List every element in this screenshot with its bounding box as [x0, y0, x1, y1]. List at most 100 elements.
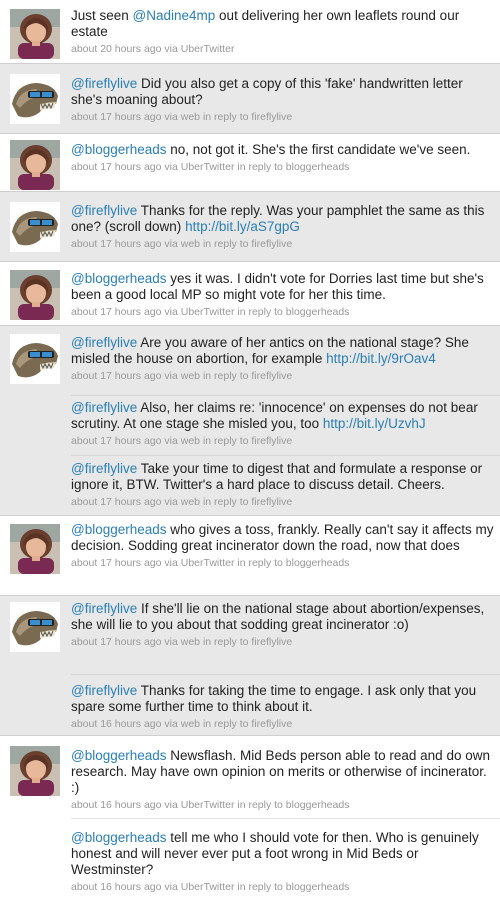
in-reply-to-link[interactable]: in reply to bloggerheads	[234, 799, 349, 811]
tweet-meta: about 16 hours ago via web in reply to f…	[71, 718, 496, 731]
divider	[0, 63, 500, 64]
avatar[interactable]	[10, 524, 60, 574]
skull-sunglasses-icon	[10, 74, 60, 124]
tweet-meta: about 16 hours ago via UberTwitter in re…	[71, 799, 496, 812]
in-reply-to-link[interactable]: in reply to bloggerheads	[234, 161, 349, 173]
in-reply-to-link[interactable]: in reply to bloggerheads	[234, 881, 349, 893]
divider	[0, 515, 500, 516]
divider	[71, 818, 500, 819]
url-link[interactable]: http://bit.ly/9rOav4	[326, 351, 436, 366]
mention-link[interactable]: @fireflylive	[71, 335, 137, 350]
skull-sunglasses-icon	[10, 334, 60, 384]
mention-link[interactable]: @fireflylive	[71, 461, 137, 476]
tweet-body: Just seen	[71, 8, 133, 23]
timestamp-link[interactable]: about 17 hours ago	[71, 111, 162, 123]
timestamp-link[interactable]: about 16 hours ago	[71, 799, 162, 811]
timestamp-link[interactable]: about 17 hours ago	[71, 161, 162, 173]
client-source: via UberTwitter	[161, 799, 235, 811]
timestamp-link[interactable]: about 17 hours ago	[71, 306, 162, 318]
client-source: via UberTwitter	[161, 881, 235, 893]
woman-portrait-icon	[10, 524, 60, 574]
timestamp-link[interactable]: about 20 hours ago	[71, 43, 162, 55]
avatar[interactable]	[10, 746, 60, 796]
mention-link[interactable]: @bloggerheads	[71, 830, 167, 845]
avatar[interactable]	[10, 202, 60, 252]
avatar[interactable]	[10, 270, 60, 320]
divider	[0, 191, 500, 192]
client-source: via web	[161, 718, 201, 730]
avatar[interactable]	[10, 140, 60, 190]
in-reply-to-link[interactable]: in reply to fireflylive	[200, 718, 292, 730]
timestamp-link[interactable]: about 17 hours ago	[71, 370, 162, 382]
client-source: via UberTwitter	[161, 43, 235, 55]
client-source: via web	[161, 238, 201, 250]
tweet-text: @bloggerheads tell me who I should vote …	[71, 830, 496, 878]
mention-link[interactable]: @Nadine4mp	[133, 8, 216, 23]
tweet-meta: about 17 hours ago via web in reply to f…	[71, 370, 496, 383]
divider	[0, 133, 500, 134]
timestamp-link[interactable]: about 17 hours ago	[71, 636, 162, 648]
tweet-text: @bloggerheads yes it was. I didn't vote …	[71, 271, 496, 303]
mention-link[interactable]: @bloggerheads	[71, 271, 167, 286]
tweet-feed: Just seen @Nadine4mp out delivering her …	[0, 0, 500, 900]
tweet-meta: about 17 hours ago via web in reply to f…	[71, 636, 496, 649]
tweet-text: @fireflylive Take your time to digest th…	[71, 461, 496, 493]
divider	[71, 395, 500, 396]
in-reply-to-link[interactable]: in reply to fireflylive	[200, 496, 292, 508]
mention-link[interactable]: @bloggerheads	[71, 748, 167, 763]
tweet-text: @bloggerheads Newsflash. Mid Beds person…	[71, 748, 496, 796]
tweet: @bloggerheads tell me who I should vote …	[71, 830, 496, 894]
timestamp-link[interactable]: about 17 hours ago	[71, 238, 162, 250]
woman-portrait-icon	[10, 9, 60, 59]
avatar[interactable]	[10, 602, 60, 652]
url-link[interactable]: http://bit.ly/UzvhJ	[323, 416, 426, 431]
timestamp-link[interactable]: about 17 hours ago	[71, 557, 162, 569]
in-reply-to-link[interactable]: in reply to bloggerheads	[234, 557, 349, 569]
timestamp-link[interactable]: about 16 hours ago	[71, 718, 162, 730]
client-source: via web	[161, 636, 201, 648]
tweet: @fireflylive Also, her claims re: 'innoc…	[71, 400, 496, 448]
tweet: Just seen @Nadine4mp out delivering her …	[71, 8, 496, 56]
tweet: @fireflylive Take your time to digest th…	[71, 461, 496, 509]
skull-sunglasses-icon	[10, 602, 60, 652]
in-reply-to-link[interactable]: in reply to fireflylive	[200, 370, 292, 382]
url-link[interactable]: http://bit.ly/aS7gpG	[185, 219, 300, 234]
tweet-meta: about 17 hours ago via UberTwitter in re…	[71, 306, 496, 319]
woman-portrait-icon	[10, 140, 60, 190]
tweet-meta: about 17 hours ago via web in reply to f…	[71, 435, 496, 448]
tweet-text: Just seen @Nadine4mp out delivering her …	[71, 8, 496, 40]
avatar[interactable]	[10, 74, 60, 124]
tweet-text: @bloggerheads who gives a toss, frankly.…	[71, 522, 496, 554]
in-reply-to-link[interactable]: in reply to bloggerheads	[234, 306, 349, 318]
timestamp-link[interactable]: about 16 hours ago	[71, 881, 162, 893]
tweet-text: @fireflylive Thanks for taking the time …	[71, 683, 496, 715]
tweet-text: @fireflylive Thanks for the reply. Was y…	[71, 203, 496, 235]
tweet-meta: about 16 hours ago via UberTwitter in re…	[71, 881, 496, 894]
mention-link[interactable]: @fireflylive	[71, 76, 137, 91]
client-source: via UberTwitter	[161, 161, 235, 173]
in-reply-to-link[interactable]: in reply to fireflylive	[200, 238, 292, 250]
timestamp-link[interactable]: about 17 hours ago	[71, 496, 162, 508]
tweet-text: @fireflylive If she'll lie on the nation…	[71, 601, 496, 633]
tweet-text: @fireflylive Did you also get a copy of …	[71, 76, 496, 108]
in-reply-to-link[interactable]: in reply to fireflylive	[200, 111, 292, 123]
avatar[interactable]	[10, 9, 60, 59]
in-reply-to-link[interactable]: in reply to fireflylive	[200, 435, 292, 447]
tweet: @fireflylive Thanks for taking the time …	[71, 683, 496, 731]
tweet-text: @bloggerheads no, not got it. She's the …	[71, 142, 496, 158]
divider	[0, 325, 500, 326]
mention-link[interactable]: @bloggerheads	[71, 522, 167, 537]
tweet-text: @fireflylive Also, her claims re: 'innoc…	[71, 400, 496, 432]
mention-link[interactable]: @bloggerheads	[71, 142, 167, 157]
tweet-meta: about 17 hours ago via web in reply to f…	[71, 111, 496, 124]
mention-link[interactable]: @fireflylive	[71, 203, 137, 218]
timestamp-link[interactable]: about 17 hours ago	[71, 435, 162, 447]
tweet: @fireflylive Thanks for the reply. Was y…	[71, 203, 496, 251]
in-reply-to-link[interactable]: in reply to fireflylive	[200, 636, 292, 648]
mention-link[interactable]: @fireflylive	[71, 400, 137, 415]
tweet: @fireflylive Did you also get a copy of …	[71, 76, 496, 124]
mention-link[interactable]: @fireflylive	[71, 683, 137, 698]
avatar[interactable]	[10, 334, 60, 384]
client-source: via web	[161, 370, 201, 382]
mention-link[interactable]: @fireflylive	[71, 601, 137, 616]
